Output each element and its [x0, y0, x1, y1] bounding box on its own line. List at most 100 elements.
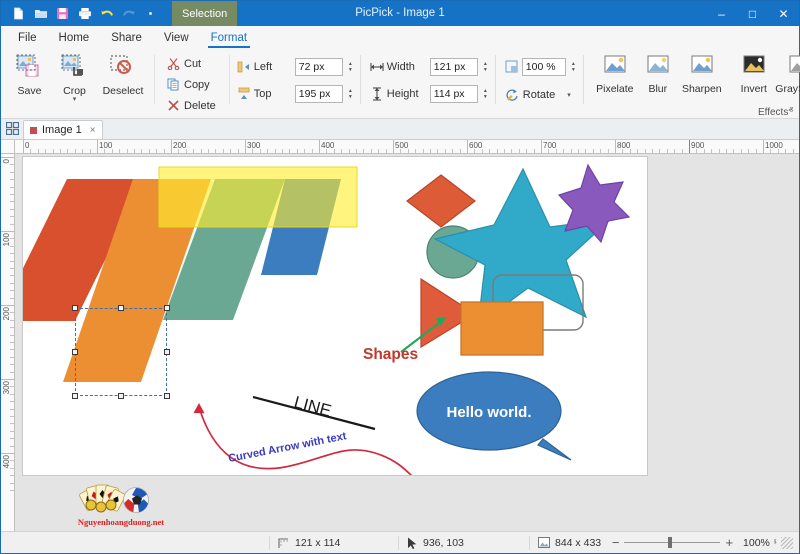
crop-caret-icon[interactable]: ▾ [73, 97, 77, 102]
ruler-h-minor-tick [645, 149, 646, 153]
ruler-h-minor-tick [60, 149, 61, 153]
ruler-h-minor-tick [297, 149, 298, 153]
handle-ne[interactable] [164, 305, 170, 311]
ruler-h-minor-tick [637, 149, 638, 153]
new-icon[interactable] [9, 4, 28, 23]
vertical-ruler[interactable]: 0100200300400 [1, 154, 15, 531]
zoom-track[interactable] [624, 542, 720, 543]
ruler-h-minor-tick [275, 149, 276, 153]
zoom-slider[interactable]: − + [612, 535, 733, 550]
save-icon[interactable] [53, 4, 72, 23]
customize-qat-icon[interactable] [141, 4, 160, 23]
save-button[interactable]: Save [7, 51, 52, 97]
ruler-h-minor-tick [30, 149, 31, 153]
ruler-h-minor-tick [674, 149, 675, 153]
ruler-h-minor-tick [82, 149, 83, 153]
effects-group-label: Effects [583, 107, 800, 118]
ruler-h-minor-tick [341, 149, 342, 153]
ruler-h-minor-tick [585, 149, 586, 153]
height-input[interactable] [430, 85, 478, 103]
rotate-caret-icon[interactable]: ▾ [567, 91, 571, 99]
ruler-v-minor-tick [10, 409, 14, 410]
print-icon[interactable] [75, 4, 94, 23]
rotate-button[interactable]: Rotate ▾ [505, 84, 575, 105]
cut-button[interactable]: Cut [163, 53, 205, 74]
ruler-v-minor-tick [10, 357, 14, 358]
pixelate-button[interactable]: Pixelate [592, 51, 638, 95]
delete-button[interactable]: Delete [163, 95, 220, 116]
sharpen-label: Sharpen [682, 83, 722, 95]
ruler-h-minor-tick [785, 149, 786, 153]
delete-label: Delete [184, 100, 216, 112]
ruler-h-minor-tick [238, 149, 239, 153]
ribbon: File Home Share View Format [1, 26, 799, 119]
selection-size-cell: 121 x 114 [270, 532, 398, 553]
selection-marquee[interactable] [75, 308, 167, 396]
handle-nw[interactable] [72, 305, 78, 311]
ruler-v-major-tick [1, 157, 14, 158]
invert-button[interactable]: Invert [734, 51, 774, 95]
window-controls: – □ ✕ [706, 1, 799, 26]
height-spinner[interactable]: ▲▼ [481, 85, 490, 103]
zoom-out-button[interactable]: − [612, 535, 620, 550]
ruler-h-minor-tick [526, 149, 527, 153]
ruler-h-minor-tick [571, 149, 572, 153]
resize-grip[interactable] [781, 537, 793, 549]
handle-w[interactable] [72, 349, 78, 355]
canvas-viewport[interactable]: Shapes LINE Curved Arrow with text [15, 154, 799, 531]
left-label: Left [254, 61, 292, 73]
handle-e[interactable] [164, 349, 170, 355]
contextual-tab-selection[interactable]: Selection [172, 1, 237, 26]
tab-view[interactable]: View [153, 30, 200, 48]
open-icon[interactable] [31, 4, 50, 23]
ruler-h-minor-tick [289, 149, 290, 153]
top-input[interactable] [295, 85, 343, 103]
zoom-dropdown-icon[interactable]: ⱛ [774, 538, 777, 548]
undo-icon[interactable] [97, 4, 116, 23]
tab-share[interactable]: Share [100, 30, 153, 48]
left-spinner[interactable]: ▲▼ [346, 58, 355, 76]
width-input[interactable] [430, 58, 478, 76]
close-button[interactable]: ✕ [768, 1, 799, 26]
image-canvas[interactable]: Shapes LINE Curved Arrow with text [23, 157, 647, 475]
document-tab-image-1[interactable]: Image 1 × [23, 120, 103, 139]
horizontal-ruler[interactable]: 01002003004005006007008009001000 [15, 140, 799, 154]
zoom-thumb[interactable] [668, 537, 672, 548]
ribbon-tabs: File Home Share View Format [1, 26, 799, 48]
left-input[interactable] [295, 58, 343, 76]
tab-format[interactable]: Format [200, 30, 258, 48]
tab-file[interactable]: File [7, 30, 48, 48]
top-spinner[interactable]: ▲▼ [346, 85, 355, 103]
handle-se[interactable] [164, 393, 170, 399]
minimize-button[interactable]: – [706, 1, 737, 26]
scale-input[interactable] [522, 58, 566, 76]
ruler-h-minor-tick [415, 149, 416, 153]
collapse-ribbon-icon[interactable]: ⱏ [789, 105, 793, 116]
ruler-v-minor-tick [10, 431, 14, 432]
zoom-in-button[interactable]: + [725, 535, 733, 550]
sharpen-button[interactable]: Sharpen [678, 51, 726, 95]
ruler-h-minor-tick [312, 149, 313, 153]
handle-sw[interactable] [72, 393, 78, 399]
ruler-v-major-tick [1, 305, 14, 306]
tab-home[interactable]: Home [48, 30, 101, 48]
scale-spinner[interactable]: ▲▼ [569, 58, 578, 76]
copy-button[interactable]: Copy [163, 74, 214, 95]
blur-button[interactable]: Blur [638, 51, 678, 95]
handle-n[interactable] [118, 305, 124, 311]
crop-button[interactable]: Crop ▾ [52, 51, 97, 102]
grayscale-icon [785, 54, 800, 80]
close-icon[interactable]: × [90, 125, 96, 136]
ruler-h-minor-tick [201, 149, 202, 153]
ruler-v-minor-tick [10, 394, 14, 395]
maximize-button[interactable]: □ [737, 1, 768, 26]
handle-s[interactable] [118, 393, 124, 399]
highlight-rect-yellow [159, 167, 357, 227]
thumbnail-grid-icon[interactable] [1, 119, 23, 139]
ruler-h-minor-tick [733, 149, 734, 153]
deselect-button[interactable]: Deselect [97, 51, 149, 97]
width-spinner[interactable]: ▲▼ [481, 58, 490, 76]
ruler-h-minor-tick [112, 149, 113, 153]
ruler-v-minor-tick [10, 290, 14, 291]
grayscale-button[interactable]: GrayScale [774, 51, 800, 95]
